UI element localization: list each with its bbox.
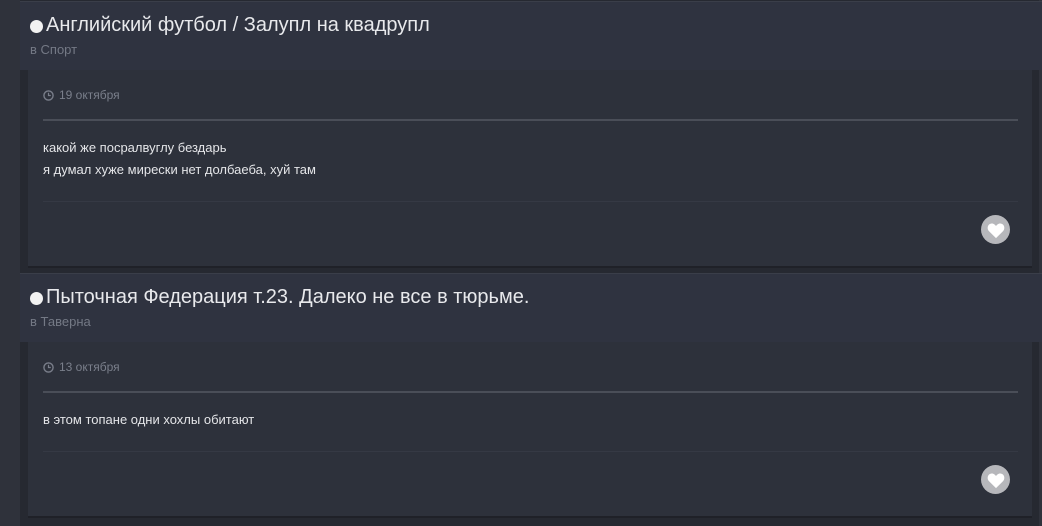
post-date: 13 октября — [43, 360, 120, 374]
post-body: 13 октября в этом топане одни хохлы обит… — [28, 342, 1032, 518]
post-line: в этом топане одни хохлы обитают — [43, 412, 255, 427]
bullet-dot-icon — [30, 291, 43, 305]
like-button[interactable] — [981, 465, 1010, 494]
topic-title[interactable]: Английский футбол / Залупл на квадрупл — [46, 14, 430, 37]
like-button[interactable] — [981, 215, 1010, 244]
result-header: Английский футбол / Залупл на квадрупл в… — [20, 1, 1042, 70]
post-date-text: 13 октября — [59, 360, 120, 374]
divider — [43, 201, 1018, 202]
clock-icon — [43, 361, 54, 373]
topic-title[interactable]: Пыточная Федерация т.23. Далеко не все в… — [46, 286, 529, 309]
search-result: Английский футбол / Залупл на квадрупл в… — [20, 1, 1042, 268]
post-text: какой же посралвуглу бездарь я думал хуж… — [43, 137, 316, 181]
topic-link[interactable]: Английский футбол / Залупл на квадрупл — [30, 14, 430, 37]
left-gutter — [0, 0, 20, 526]
heart-icon — [987, 222, 1004, 238]
post-date: 19 октября — [43, 88, 120, 102]
forum-label: в Таверна — [30, 314, 91, 329]
forum-label: в Спорт — [30, 42, 78, 57]
activity-page: Английский футбол / Залупл на квадрупл в… — [0, 0, 1042, 526]
search-result: Пыточная Федерация т.23. Далеко не все в… — [20, 273, 1042, 518]
post-line: какой же посралвуглу бездарь — [43, 140, 227, 155]
result-header: Пыточная Федерация т.23. Далеко не все в… — [20, 273, 1042, 342]
post-date-text: 19 октября — [59, 88, 120, 102]
post-body: 19 октября какой же посралвуглу бездарь … — [28, 70, 1032, 268]
post-line: я думал хуже миреcки нет долбаеба, хуй т… — [43, 162, 316, 177]
bullet-dot-icon — [30, 19, 43, 33]
topic-link[interactable]: Пыточная Федерация т.23. Далеко не все в… — [30, 286, 529, 309]
heart-icon — [987, 472, 1004, 488]
clock-icon — [43, 89, 54, 101]
post-text: в этом топане одни хохлы обитают — [43, 409, 254, 431]
divider — [43, 451, 1018, 452]
divider — [43, 391, 1018, 393]
divider — [43, 119, 1018, 121]
